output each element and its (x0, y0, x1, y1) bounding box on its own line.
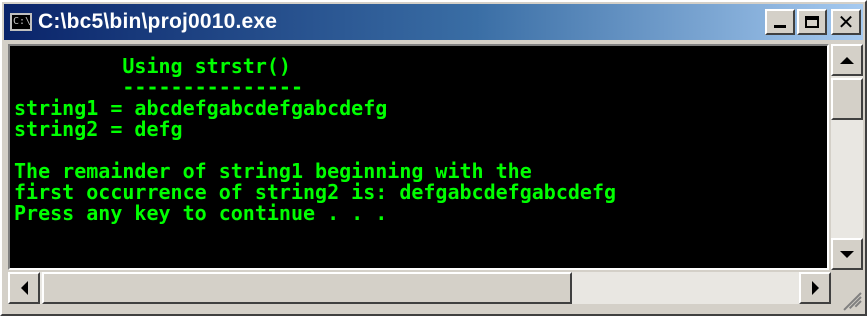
arrow-left-icon (20, 281, 28, 295)
close-icon: ✕ (837, 10, 855, 34)
arrow-down-icon (840, 250, 854, 258)
maximize-button[interactable] (797, 9, 827, 35)
window-title: C:\bc5\bin\proj0010.exe (38, 10, 278, 33)
console-line: Press any key to continue . . . (14, 201, 388, 225)
vertical-scroll-thumb[interactable] (831, 78, 863, 120)
console-output[interactable]: Using strstr() --------------- string1 =… (8, 44, 829, 270)
title-bar[interactable]: C:\ C:\bc5\bin\proj0010.exe ✕ (4, 4, 863, 40)
horizontal-scroll-thumb[interactable] (42, 272, 572, 304)
scroll-up-button[interactable] (831, 44, 863, 76)
console-text: Using strstr() --------------- string1 =… (10, 46, 827, 224)
scroll-right-button[interactable] (799, 272, 831, 304)
console-icon[interactable]: C:\ (10, 13, 32, 31)
scroll-left-button[interactable] (8, 272, 40, 304)
close-button[interactable]: ✕ (831, 9, 861, 35)
maximize-icon (805, 16, 819, 28)
arrow-right-icon (811, 281, 819, 295)
horizontal-scrollbar[interactable] (8, 272, 831, 304)
arrow-up-icon (840, 56, 854, 64)
vertical-scrollbar[interactable] (831, 44, 863, 270)
console-window: C:\ C:\bc5\bin\proj0010.exe ✕ Using strs… (0, 0, 867, 316)
console-line: string2 = defg (14, 117, 183, 141)
scroll-down-button[interactable] (831, 238, 863, 270)
minimize-icon (774, 25, 786, 28)
minimize-button[interactable] (765, 9, 795, 35)
resize-grip-icon[interactable] (831, 272, 863, 311)
window-controls: ✕ (765, 9, 861, 35)
